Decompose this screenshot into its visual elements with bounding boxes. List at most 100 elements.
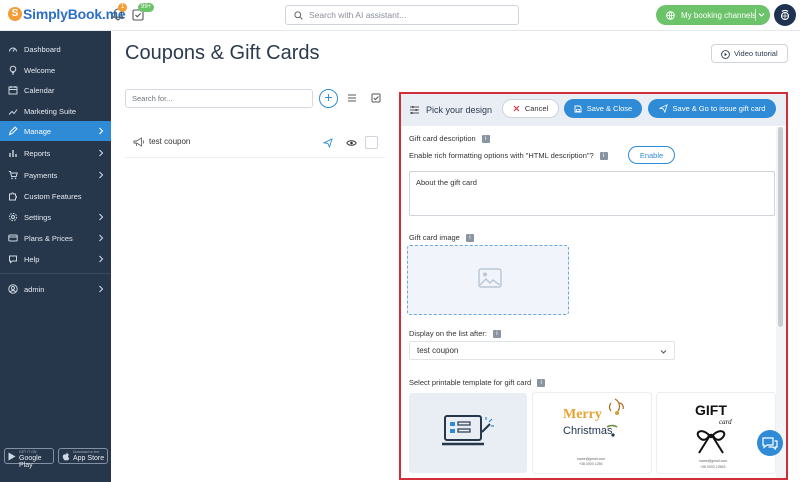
apple-icon [62,452,70,461]
template-option-christmas[interactable]: Merry Christmas name@gmail.com +38 0000 … [533,393,651,473]
play-icon [721,50,730,59]
user-icon [8,284,18,294]
sidebar-item-label: Manage [24,126,52,136]
image-placeholder-icon [478,268,502,288]
sidebar-item-label: Reports [24,148,51,158]
send-icon [658,104,668,113]
description-label: Gift card description [409,134,476,143]
google-play-label: Google Play [19,455,42,469]
christmas-text: Christmas [563,425,613,437]
bell-icon[interactable]: 1 [112,3,128,22]
sidebar-item-custom-features[interactable]: Custom Features [0,186,111,206]
panel-scrollbar[interactable] [776,127,786,478]
puzzle-icon [9,192,17,201]
sidebar-item-plans-prices[interactable]: Plans & Prices [0,228,111,248]
video-tutorial-label: Video tutorial [734,49,778,58]
sidebar-item-marketing-suite[interactable]: Marketing Suite [0,101,111,121]
template-label: Select printable template for gift card [409,378,532,387]
save-issue-button[interactable]: Save & Go to issue gift card [648,99,776,118]
sidebar-item-manage[interactable]: Manage [0,121,111,141]
cancel-button[interactable]: Cancel [502,99,559,118]
chevron-down-icon [660,350,667,354]
coupon-checkbox[interactable] [365,136,378,149]
display-after-value: test coupon [417,346,459,355]
booking-channels-button[interactable]: My booking channels [656,5,770,25]
sidebar-item-settings[interactable]: Settings [0,207,111,227]
megaphone-icon [133,137,145,147]
sidebar-item-dashboard[interactable]: Dashboard [0,39,111,59]
sidebar-item-reports[interactable]: Reports [0,143,111,163]
image-label: Gift card image [409,233,460,242]
globe-icon [666,10,675,20]
info-icon[interactable]: i [599,151,608,160]
app-store-label: App Store [73,455,105,462]
coupon-name: test coupon [149,137,191,146]
sidebar-item-payments[interactable]: Payments [0,165,111,185]
eye-icon[interactable] [346,139,357,147]
sidebar: Dashboard Welcome Calendar Marketing Sui… [0,31,111,482]
chevron-right-icon [99,285,104,293]
save-close-button[interactable]: Save & Close [564,99,642,118]
chevron-down-icon[interactable] [758,11,765,18]
info-icon[interactable]: i [492,329,501,338]
sidebar-item-label: Settings [24,212,52,222]
custom-template-icon [442,415,494,446]
christmas-template-art: Merry Christmas name@gmail.com +38 0000 … [563,398,624,466]
live-chat-button[interactable] [757,430,783,456]
sidebar-item-label: Calendar [24,85,55,95]
cancel-label: Cancel [524,104,549,113]
sidebar-item-welcome[interactable]: Welcome [0,60,111,80]
sidebar-divider [0,273,111,274]
coupon-list-item[interactable]: test coupon [125,126,385,158]
video-tutorial-button[interactable]: Video tutorial [711,44,788,63]
chevron-right-icon [99,234,104,242]
rich-format-label: Enable rich formatting options with "HTM… [409,151,594,160]
display-after-select[interactable]: test coupon [409,341,675,360]
scrollbar-thumb[interactable] [778,127,783,327]
sidebar-item-label: Help [24,254,40,264]
app-store-badge[interactable]: Download on the App Store [58,448,108,464]
sidebar-item-label: Custom Features [24,191,82,201]
search-placeholder: Search with AI assistant... [309,10,407,20]
chevron-right-icon [99,171,104,179]
tasks-icon[interactable]: 99+ [132,3,155,22]
sidebar-item-calendar[interactable]: Calendar [0,80,111,100]
account-avatar[interactable] [774,4,796,26]
select-all-checkbox-icon[interactable] [371,93,381,103]
info-icon[interactable]: i [465,233,474,242]
coupon-search-input[interactable]: Search for... [125,89,313,108]
gift-phone: +38 0000 12563 [700,465,725,469]
sidebar-item-label: admin [24,284,45,294]
chart-icon [8,109,18,115]
search-icon [294,10,303,20]
booking-channels-label: My booking channels [681,10,757,20]
sidebar-item-label: Welcome [24,65,56,75]
save-close-label: Save & Close [586,104,633,113]
template-label-row: Select printable template for gift card … [409,378,546,387]
template-option-custom[interactable] [409,393,527,473]
calendar-icon [8,86,18,95]
bulb-icon [9,65,17,75]
add-coupon-button[interactable]: + [319,89,338,108]
tasks-badge: 99+ [138,3,155,12]
info-icon[interactable]: i [537,378,546,387]
ai-search-input[interactable]: Search with AI assistant... [285,5,519,25]
cart-icon [8,171,18,180]
sidebar-item-label: Dashboard [24,44,61,54]
app-logo[interactable]: S SimplyBook.me [8,6,126,22]
image-upload-dropzone[interactable] [407,245,569,315]
chevron-right-icon [99,255,104,263]
sidebar-item-admin[interactable]: admin [0,279,111,299]
logo-text: SimplyBook.me [23,6,126,22]
enable-html-button[interactable]: Enable [628,146,675,164]
merry-email: name@gmail.com [577,457,605,461]
image-label-row: Gift card image i [409,233,474,242]
list-view-icon[interactable] [347,93,357,103]
sidebar-item-help[interactable]: Help [0,249,111,269]
google-play-badge[interactable]: GET IT ON Google Play [4,448,54,469]
merry-phone: +38 0000 1256 [579,462,603,466]
merry-text: Merry [563,407,602,422]
info-icon[interactable]: i [481,134,490,143]
send-icon[interactable] [323,138,333,148]
description-textarea[interactable]: About the gift card [409,171,775,216]
